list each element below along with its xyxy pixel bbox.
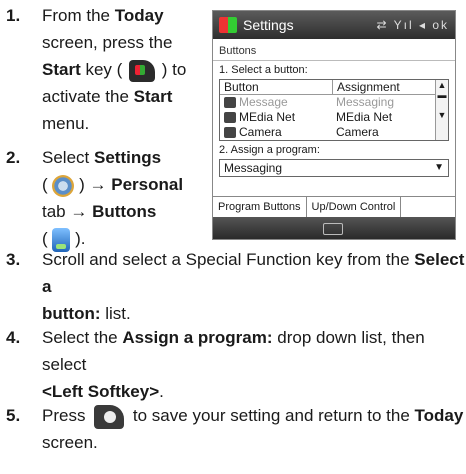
keyboard-icon[interactable] — [323, 223, 343, 235]
step-text: Scroll and select a Special Function key… — [42, 250, 465, 323]
step-number: 3. — [6, 250, 21, 269]
button-name: Message — [239, 95, 288, 109]
status-icons: ⇄ Yıl ◂ ok — [376, 18, 449, 32]
tab-up-down-control[interactable]: Up/Down Control — [307, 197, 402, 217]
step-number: 2. — [6, 148, 21, 167]
header-button[interactable]: Button — [220, 80, 333, 95]
start-key-icon — [129, 59, 156, 82]
header-assignment[interactable]: Assignment — [333, 80, 448, 95]
list-item[interactable]: MEdia Net MEdia Net — [220, 110, 448, 125]
media-net-icon — [224, 112, 236, 123]
camera-icon — [224, 127, 236, 138]
button-name: Camera — [239, 125, 282, 139]
list-item[interactable]: Message Messaging — [220, 95, 448, 110]
assignment-value: Messaging — [336, 95, 395, 109]
step-number: 5. — [6, 406, 21, 425]
step-1: 1. From the Today screen, press the Star… — [6, 2, 206, 142]
settings-icon — [52, 174, 75, 197]
step-number: 1. — [6, 6, 21, 25]
assignment-value: MEdia Net — [336, 110, 393, 124]
step-text: Select Settings ( ) → Personal tab → But… — [42, 144, 210, 252]
list-scrollbar[interactable]: ▲ ▬ ▼ — [435, 80, 448, 140]
softkey-bar — [213, 217, 455, 239]
program-dropdown[interactable]: Messaging ▼ — [219, 159, 449, 177]
assign-program-label: 2. Assign a program: — [219, 144, 320, 156]
tab-program-buttons[interactable]: Program Buttons — [213, 197, 307, 217]
page-subtitle: Buttons — [213, 39, 455, 61]
ok-key-icon — [94, 404, 125, 429]
step-text: From the Today screen, press the Start k… — [42, 6, 187, 133]
select-button-label: 1. Select a button: — [219, 64, 308, 76]
button-name: MEdia Net — [239, 110, 296, 124]
step-text: Press to save your setting and return to… — [42, 404, 464, 452]
step-number: 4. — [6, 328, 21, 347]
tab-bar: Program Buttons Up/Down Control — [213, 196, 455, 217]
chevron-down-icon: ▼ — [434, 162, 444, 173]
dropdown-value: Messaging — [224, 161, 283, 175]
list-item[interactable]: Camera Camera — [220, 125, 448, 140]
assignment-value: Camera — [336, 125, 379, 139]
settings-screenshot: Settings ⇄ Yıl ◂ ok Buttons 1. Select a … — [212, 10, 456, 240]
title-bar: Settings ⇄ Yıl ◂ ok — [213, 11, 455, 39]
message-icon — [224, 97, 236, 108]
step-text: Select the Assign a program: drop down l… — [42, 328, 425, 401]
windows-start-icon[interactable] — [219, 17, 237, 33]
screen-title: Settings — [243, 17, 294, 33]
list-header: Button Assignment — [220, 80, 448, 95]
button-list[interactable]: Button Assignment Message Messaging MEdi… — [219, 79, 449, 141]
